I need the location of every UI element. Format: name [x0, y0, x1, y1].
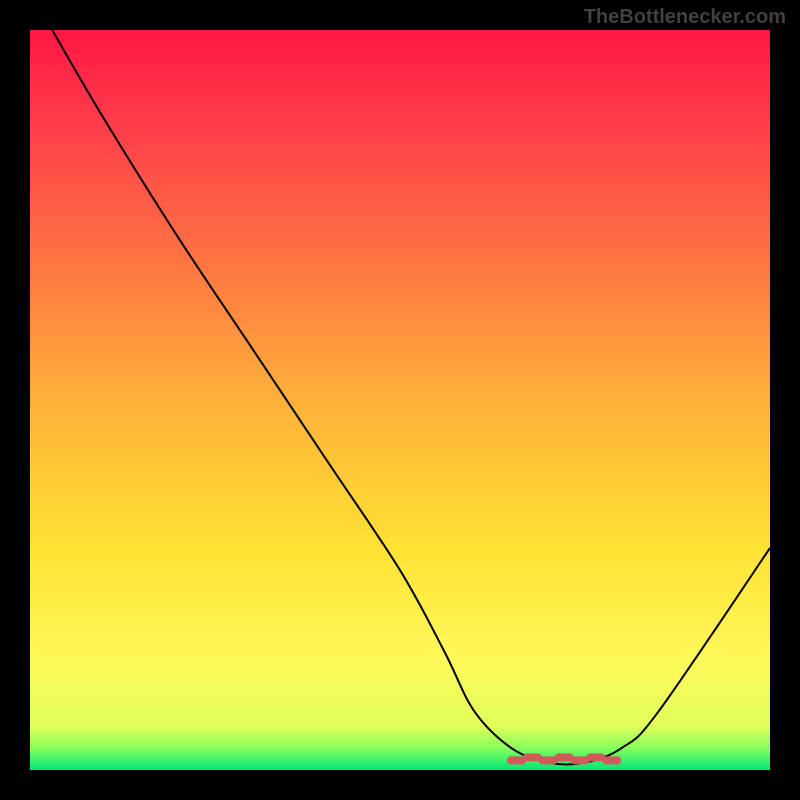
chart-svg: [0, 0, 800, 800]
flat-zone-marker: [511, 757, 617, 760]
plot-background: [30, 30, 770, 770]
watermark-text: TheBottlenecker.com: [584, 6, 786, 29]
